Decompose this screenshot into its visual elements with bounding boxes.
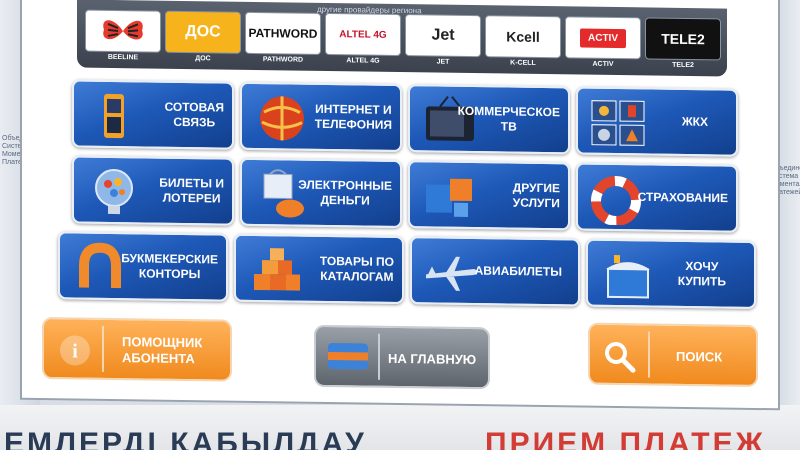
provider-pathword[interactable]: PATHWORD PATHWORD (245, 11, 321, 67)
kiosk-screen: другие провайдеры региона BEELINE ДОС ДО… (20, 0, 780, 411)
tile-insurance[interactable]: СТРАХОВАНИЕ (576, 162, 738, 233)
tile-catalog[interactable]: ТОВАРЫ ПО КАТАЛОГАМ (234, 233, 404, 305)
tile-label: ТОВАРЫ ПО КАТАЛОГАМ (319, 253, 394, 284)
provider-name: ACTIV (592, 60, 614, 68)
provider-name: JET (436, 58, 450, 66)
help-button-label: ПОМОЩНИК АБОНЕНТА (122, 334, 203, 367)
tile-emoney[interactable]: ЭЛЕКТРОННЫЕ ДЕНЬГИ (240, 157, 402, 229)
tile-label: АВИАБИЛЕТЫ (474, 263, 562, 279)
provider-name: TELE2 (672, 61, 694, 70)
search-button-label: ПОИСК (676, 348, 723, 365)
tile-wish[interactable]: ХОЧУ КУПИТЬ (586, 238, 756, 309)
lottery-machine-icon (95, 169, 133, 215)
tile-commercial-tv[interactable]: КОММЕРЧЕСКОЕ ТВ (408, 84, 570, 155)
tile-label: ЖКХ (681, 114, 708, 129)
provider-jet[interactable]: Jet JET (405, 14, 481, 69)
mobile-phone-icon (104, 93, 124, 139)
help-button[interactable]: i ПОМОЩНИК АБОНЕНТА (42, 317, 232, 382)
globe-icon (260, 96, 304, 141)
search-icon (605, 342, 636, 373)
provider-name: ДОС (195, 55, 211, 63)
tile-mobile[interactable]: СОТОВАЯ СВЯЗЬ (72, 79, 234, 150)
providers-bar: другие провайдеры региона BEELINE ДОС ДО… (77, 0, 727, 77)
tile-utilities[interactable]: ЖКХ (576, 86, 738, 157)
utilities-icon (591, 100, 645, 146)
banner-text-russian: ПРИЕМ ПЛАТЕЖ (485, 427, 766, 450)
search-button[interactable]: ПОИСК (588, 322, 758, 387)
provider-tele2[interactable]: TELE2 TELE2 (645, 17, 721, 72)
provider-name: K-CELL (510, 59, 536, 67)
info-icon: i (60, 335, 90, 366)
beeline-logo (85, 9, 161, 53)
tile-label: КОММЕРЧЕСКОЕ ТВ (457, 103, 560, 134)
tile-label: ХОЧУ КУПИТЬ (677, 258, 726, 289)
tile-bookmakers[interactable]: БУКМЕКЕРСКИЕ КОНТОРЫ (58, 231, 228, 302)
provider-beeline[interactable]: BEELINE (85, 9, 161, 65)
tele2-logo: TELE2 (645, 17, 721, 61)
tile-label: СОТОВАЯ СВЯЗЬ (164, 99, 224, 130)
airplane-icon (426, 256, 477, 291)
provider-altel[interactable]: ALTEL 4G ALTEL 4G (325, 12, 401, 68)
banner-text-kazakh: ЕМЛЕРДІ ҚАБЫЛДАУ (4, 427, 367, 450)
gift-boxes-icon (254, 248, 300, 291)
jet-logo: Jet (405, 14, 481, 58)
tile-other-services[interactable]: ДРУГИЕ УСЛУГИ (408, 160, 570, 231)
home-button-label: НА ГЛАВНУЮ (388, 350, 477, 368)
kiosk-bottom-banner: ЕМЛЕРДІ ҚАБЫЛДАУ ПРИЕМ ПЛАТЕЖ (0, 405, 800, 450)
dos-logo: ДОС (165, 10, 241, 54)
pathword-logo: PATHWORD (245, 11, 321, 55)
tile-label: ИНТЕРНЕТ И ТЕЛЕФОНИЯ (314, 101, 392, 132)
boxes-icon (426, 178, 472, 217)
home-button[interactable]: НА ГЛАВНУЮ (314, 324, 490, 390)
provider-name: BEELINE (107, 53, 139, 62)
tile-label: БИЛЕТЫ И ЛОТЕРЕИ (159, 175, 224, 206)
tile-label: БУКМЕКЕРСКИЕ КОНТОРЫ (121, 251, 218, 282)
beeline-butterfly-icon (103, 20, 143, 40)
tile-label: СТРАХОВАНИЕ (637, 189, 728, 206)
provider-kcell[interactable]: Kcell K-CELL (485, 15, 561, 70)
tile-lottery[interactable]: БИЛЕТЫ И ЛОТЕРЕИ (72, 155, 234, 226)
tile-internet[interactable]: ИНТЕРНЕТ И ТЕЛЕФОНИЯ (240, 81, 402, 153)
kcell-logo: Kcell (485, 15, 561, 59)
provider-name: PATHWORD (262, 56, 304, 64)
home-card-icon (328, 343, 368, 370)
svg-text:i: i (72, 340, 78, 362)
provider-dos[interactable]: ДОС ДОС (165, 10, 241, 66)
tile-label: ДРУГИЕ УСЛУГИ (512, 180, 560, 211)
tile-label: ЭЛЕКТРОННЫЕ ДЕНЬГИ (298, 177, 392, 208)
provider-name: ALTEL 4G (346, 57, 380, 65)
tile-flights[interactable]: АВИАБИЛЕТЫ (410, 236, 580, 307)
activ-logo: ACTIV (565, 16, 641, 60)
altel-logo: ALTEL 4G (325, 12, 401, 57)
kiosk-stand-icon (606, 254, 650, 299)
provider-activ[interactable]: ACTIV ACTIV (565, 16, 641, 71)
